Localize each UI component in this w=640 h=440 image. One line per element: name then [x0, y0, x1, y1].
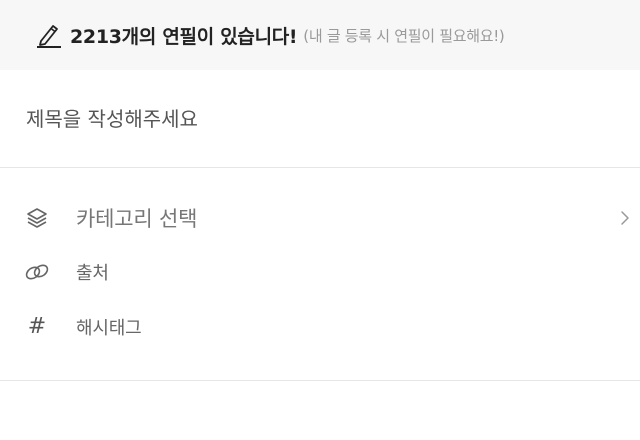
pencil-icon: [34, 20, 64, 50]
title-input[interactable]: [26, 106, 586, 131]
title-section: [0, 70, 640, 168]
pencil-count-text: 2213개의 연필이 있습니다!: [70, 25, 298, 48]
chevron-right-icon: [618, 208, 632, 228]
category-select-row[interactable]: 카테고리 선택: [0, 190, 640, 246]
source-row[interactable]: 출처: [0, 244, 640, 300]
hashtag-label: 해시태그: [76, 318, 142, 339]
pencil-count-banner: 2213개의 연필이 있습니다! (내 글 등록 시 연필이 필요해요!): [0, 0, 640, 70]
pencil-note-text: (내 글 등록 시 연필이 필요해요!): [303, 26, 505, 45]
hashtag-row[interactable]: # 해시태그: [0, 299, 640, 355]
post-options-list: 카테고리 선택 출처 # 해시태그: [0, 169, 640, 381]
layers-icon: [24, 205, 50, 231]
source-label: 출처: [76, 263, 109, 284]
hashtag-icon: #: [27, 314, 47, 339]
link-icon: [24, 259, 50, 285]
category-select-label: 카테고리 선택: [76, 207, 198, 231]
